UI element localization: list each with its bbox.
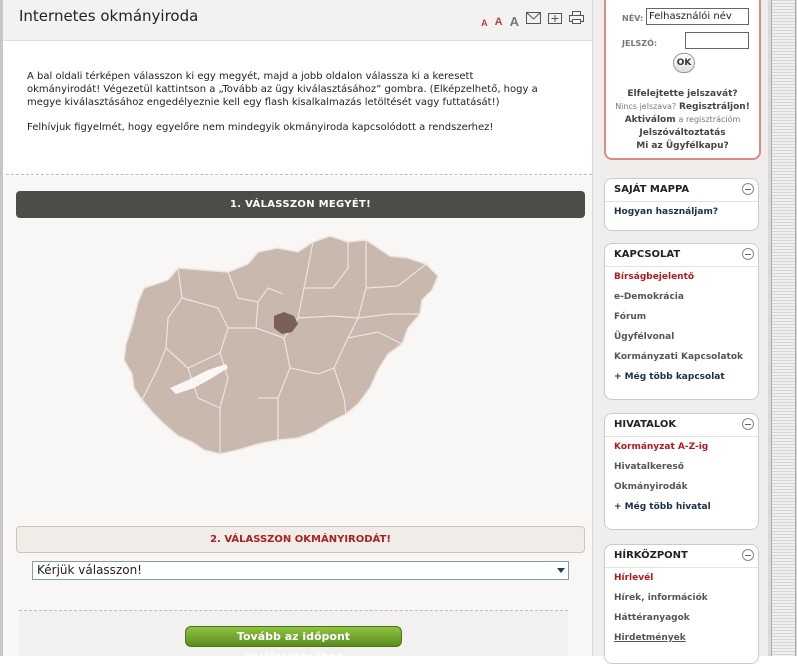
box-title: KAPCSOLAT — [614, 249, 681, 260]
register-line: Nincs jelszava? Regisztráljon! — [606, 102, 759, 112]
scrollbar[interactable] — [768, 0, 797, 656]
ok-button[interactable]: OK — [673, 53, 695, 73]
collapse-icon[interactable] — [742, 549, 754, 561]
page-title: Internetes okmányiroda — [19, 7, 199, 25]
offices-title: HIVATALOK — [605, 414, 758, 437]
username-input[interactable]: Felhasználói név — [646, 8, 749, 25]
register-link[interactable]: Regisztráljon! — [679, 102, 750, 112]
contact-item-gov-relations[interactable]: Kormányzati Kapcsolatok — [605, 347, 758, 367]
offices-item-okmanyirodak[interactable]: Okmányirodák — [605, 477, 758, 497]
font-medium-button[interactable]: A — [495, 17, 503, 28]
collapse-icon[interactable] — [742, 248, 754, 260]
toolbar: A A A — [481, 9, 584, 28]
news-item-news[interactable]: Hírek, információk — [605, 588, 758, 608]
password-label: JELSZÓ: — [622, 39, 658, 48]
activate-suffix: a regisztrációm — [678, 115, 741, 124]
divider — [6, 174, 592, 175]
step2-header: 2. VÁLASSZON OKMÁNYIRODÁT! — [16, 526, 585, 553]
instructions: A bal oldali térképen válasszon ki egy m… — [27, 70, 547, 146]
password-input[interactable] — [685, 32, 749, 49]
change-password-link[interactable]: Jelszóváltoztatás — [606, 128, 759, 138]
news-item-newsletter[interactable]: Hírlevél — [605, 568, 758, 588]
scrollbar-track[interactable] — [771, 0, 796, 656]
own-folder-box: SAJÁT MAPPA Hogyan használjam? — [604, 178, 759, 231]
activate-link[interactable]: Aktiválom — [625, 115, 676, 125]
box-title: HÍRKÖZPONT — [614, 550, 688, 561]
contact-box: KAPCSOLAT Bírságbejelentő e-Demokrácia F… — [604, 243, 759, 400]
contact-title: KAPCSOLAT — [605, 244, 758, 267]
news-item-background[interactable]: Háttéranyagok — [605, 608, 758, 628]
office-select[interactable]: Kérjük válasszon! — [32, 561, 569, 580]
news-item-announcements[interactable]: Hirdetmények — [605, 628, 758, 648]
step1-header: 1. VÁLASSZON MEGYÉT! — [16, 191, 585, 218]
instructions-text: A bal oldali térképen válasszon ki egy m… — [27, 71, 538, 108]
offices-box: HIVATALOK Kormányzat A-Z-ig Hivatalkeres… — [604, 413, 759, 530]
chevron-down-icon[interactable] — [557, 568, 565, 573]
box-title: HIVATALOK — [614, 419, 677, 430]
contact-item-more[interactable]: + Még több kapcsolat — [605, 367, 758, 387]
contact-item-fine-report[interactable]: Bírságbejelentő — [605, 267, 758, 287]
collapse-icon[interactable] — [742, 418, 754, 430]
offices-item-gov-az[interactable]: Kormányzat A-Z-ig — [605, 437, 758, 457]
bookmark-icon[interactable] — [548, 9, 562, 28]
news-box: HÍRKÖZPONT Hírlevél Hírek, információk H… — [604, 544, 759, 664]
contact-item-hotline[interactable]: Ügyfélvonal — [605, 327, 758, 347]
activate-line: Aktiválom a regisztrációm — [606, 115, 759, 125]
print-icon[interactable] — [569, 9, 584, 28]
main-content: Internetes okmányiroda A A A A bal oldal… — [0, 0, 592, 663]
office-select-value: Kérjük válasszon! — [37, 563, 142, 577]
continue-button[interactable]: Tovább az időpont kiválasztásához — [185, 626, 402, 663]
news-title: HÍRKÖZPONT — [605, 545, 758, 568]
login-box: NÉV: Felhasználói név JELSZÓ: OK Elfelej… — [604, 0, 761, 160]
offices-item-finder[interactable]: Hivatalkereső — [605, 457, 758, 477]
county-map[interactable] — [108, 228, 448, 468]
how-to-use-link[interactable]: Hogyan használjam? — [605, 202, 758, 222]
what-is-ugyfelkapu-link[interactable]: Mi az Ügyfélkapu? — [606, 141, 759, 151]
notice-text: Felhívjuk figyelmét, hogy egyelőre nem m… — [27, 122, 494, 133]
collapse-icon[interactable] — [742, 183, 754, 195]
contact-item-edemocracy[interactable]: e-Demokrácia — [605, 287, 758, 307]
page-header: Internetes okmányiroda A A A — [3, 0, 592, 41]
name-label: NÉV: — [622, 14, 644, 23]
own-folder-title: SAJÁT MAPPA — [605, 179, 758, 202]
forgot-password-link[interactable]: Elfelejtette jelszavát? — [606, 89, 759, 99]
email-icon[interactable] — [526, 9, 541, 28]
box-title: SAJÁT MAPPA — [614, 184, 690, 195]
hungary-outline[interactable] — [123, 235, 439, 455]
font-large-button[interactable]: A — [510, 15, 519, 28]
font-small-button[interactable]: A — [481, 19, 488, 28]
no-password-text: Nincs jelszava? — [615, 102, 677, 111]
offices-item-more[interactable]: + Még több hivatal — [605, 497, 758, 517]
contact-item-forum[interactable]: Fórum — [605, 307, 758, 327]
